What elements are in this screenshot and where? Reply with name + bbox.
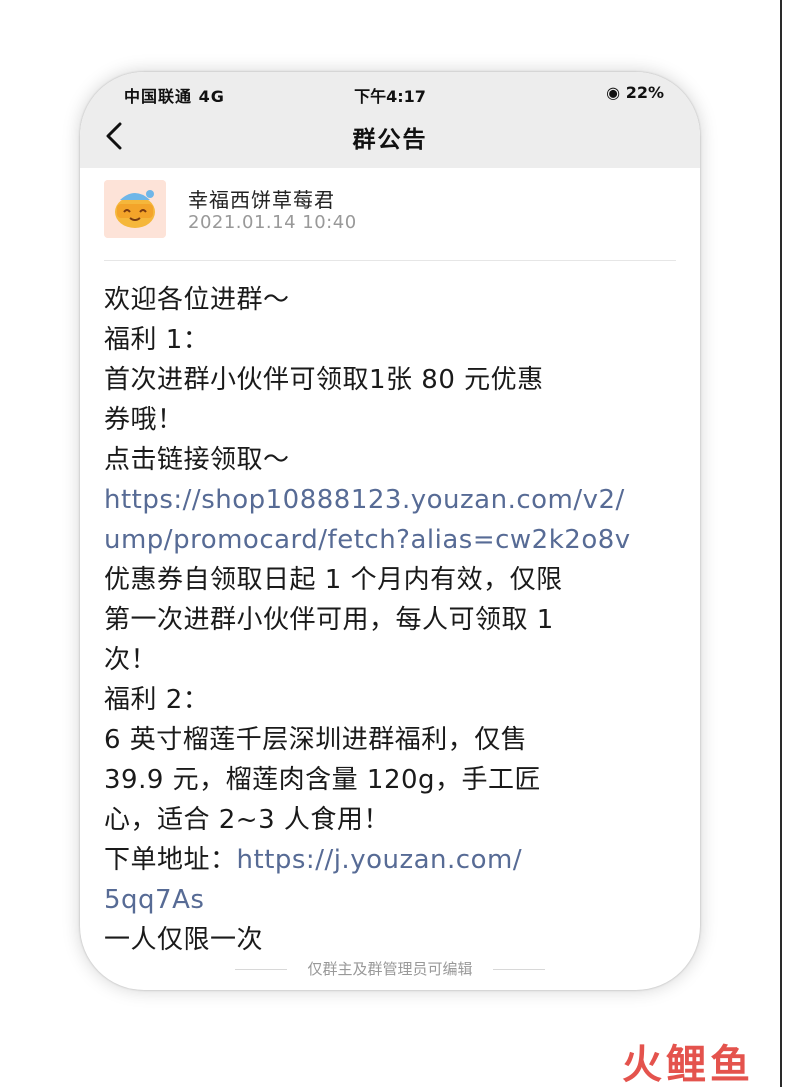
text-line: 首次进群小伙伴可领取1张 80 元优惠	[104, 365, 544, 395]
text-line: 点击链接领取～	[104, 445, 290, 475]
coupon-link-continued[interactable]: ump/promocard/fetch?alias=cw2k2o8v	[104, 520, 684, 560]
text-line: 次！	[104, 645, 158, 675]
footer-divider-right	[492, 969, 545, 970]
edit-permission-note: 仅群主及群管理员可编辑	[80, 958, 700, 979]
watermark-logo: 火鲤鱼	[622, 1042, 754, 1087]
author-name: 幸福西饼草莓君	[188, 188, 335, 212]
text-line: 第一次进群小伙伴可用，每人可领取 1	[104, 605, 554, 635]
nav-bar: 群公告	[80, 108, 700, 166]
status-bar: 中国联通 4G 下午4:17 ◉ 22%	[80, 80, 700, 108]
announcement-content: 欢迎各位进群～ 福利 1： 首次进群小伙伴可领取1张 80 元优惠 券哦！ 点击…	[104, 280, 684, 960]
divider	[104, 260, 676, 261]
order-address-line: 下单地址：https://j.youzan.com/	[104, 840, 684, 880]
phone-screen: 中国联通 4G 下午4:17 ◉ 22% 群公告 幸福西饼草莓君 2021.01…	[80, 72, 700, 990]
text-line: 优惠券自领取日起 1 个月内有效，仅限	[104, 565, 563, 595]
order-link[interactable]: https://j.youzan.com/	[237, 845, 523, 875]
order-link-continued[interactable]: 5qq7As	[104, 880, 684, 920]
text-line: 福利 2：	[104, 685, 210, 715]
text-line: 券哦！	[104, 405, 184, 435]
page-title: 群公告	[352, 127, 428, 153]
coupon-link[interactable]: https://shop10888123.youzan.com/v2/	[104, 480, 684, 520]
frame-border-line	[780, 0, 782, 1087]
order-address-label: 下单地址：	[104, 845, 237, 875]
author-block: 幸福西饼草莓君 2021.01.14 10:40	[104, 180, 676, 252]
text-line: 心，适合 2~3 人食用！	[104, 805, 390, 835]
text-line: 39.9 元，榴莲肉含量 120g，手工匠	[104, 765, 542, 795]
post-timestamp: 2021.01.14 10:40	[188, 212, 357, 233]
footer-note-text: 仅群主及群管理员可编辑	[307, 960, 473, 978]
avatar[interactable]	[104, 180, 166, 238]
text-line: 欢迎各位进群～	[104, 285, 290, 315]
text-line: 福利 1：	[104, 325, 210, 355]
footer-divider-left	[235, 969, 288, 970]
header-area: 中国联通 4G 下午4:17 ◉ 22% 群公告	[80, 72, 700, 168]
text-line: 6 英寸榴莲千层深圳进群福利，仅售	[104, 725, 528, 755]
text-line: 一人仅限一次	[104, 925, 264, 955]
avatar-image	[104, 180, 166, 238]
battery-label: ◉ 22%	[606, 83, 664, 102]
